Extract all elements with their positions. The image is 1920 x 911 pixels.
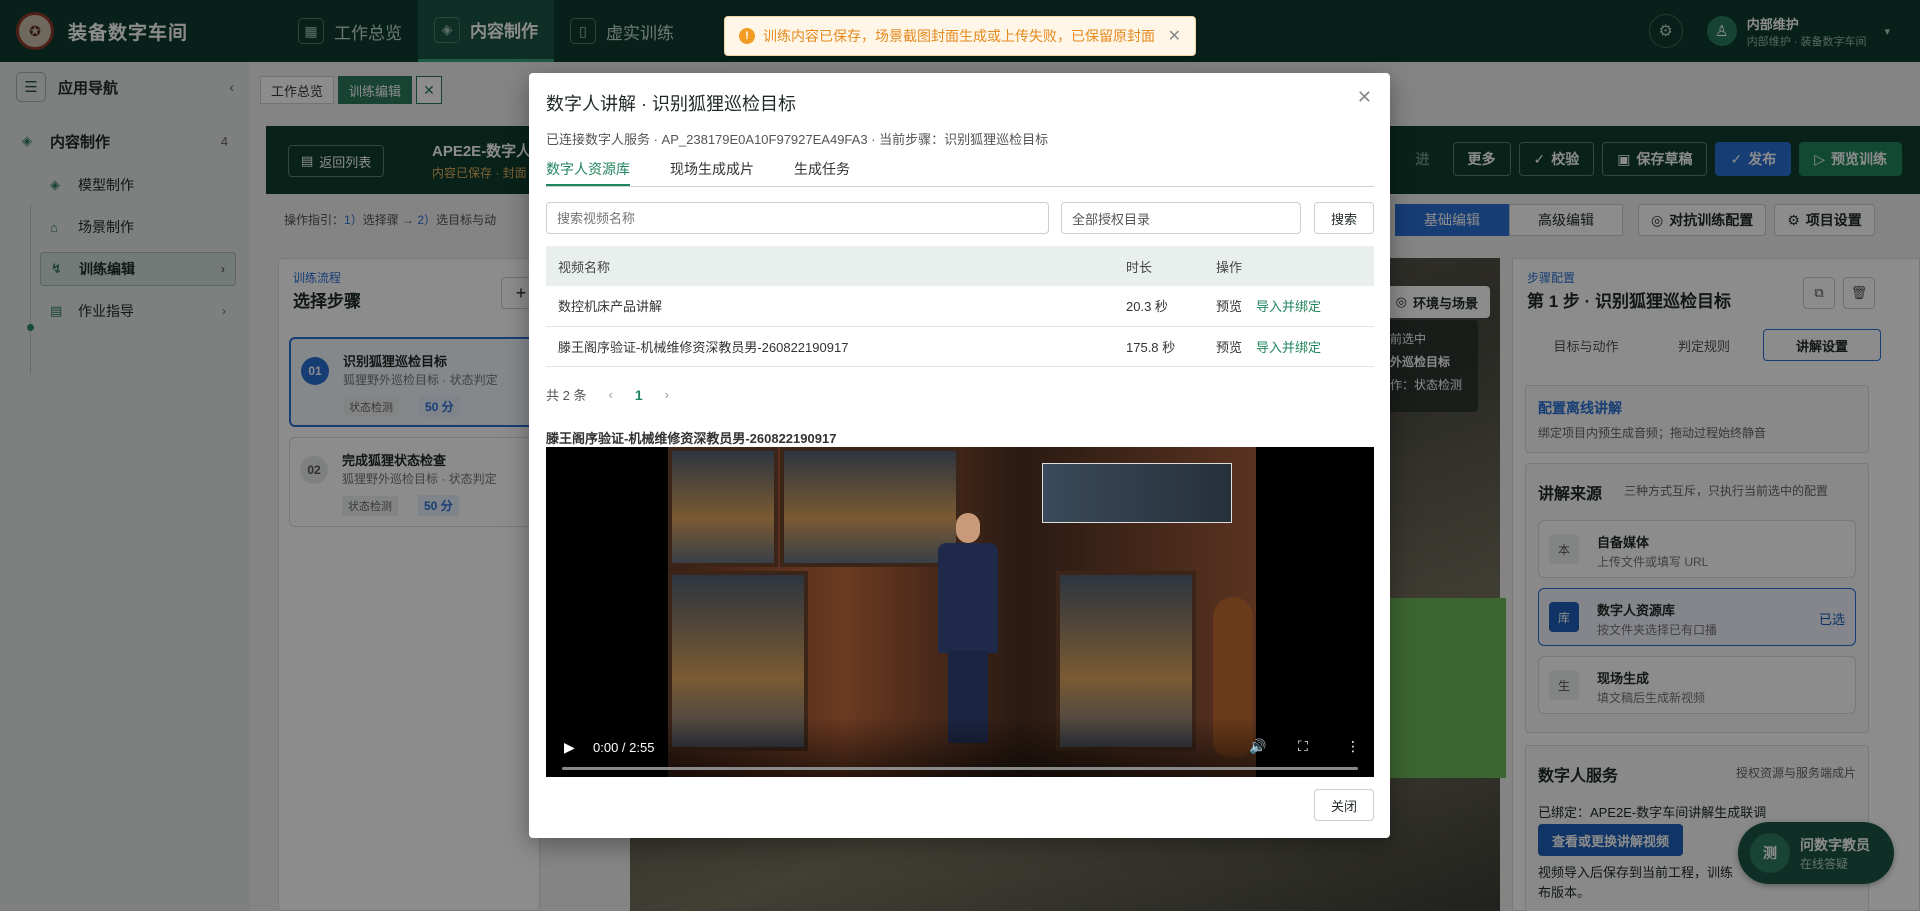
row-actions: 预览 导入并绑定 (1204, 326, 1374, 367)
progress-track[interactable] (562, 767, 1358, 770)
total-count: 共 2 条 (546, 388, 587, 403)
play-icon[interactable]: ▶ (564, 739, 575, 756)
video-player[interactable]: ▶ 0:00 / 2:55 🔊 ⛶ ⋮ (546, 447, 1374, 777)
video-title: 滕王阁序验证-机械维修资深教员男-260822190917 (546, 431, 837, 446)
video-controls: ▶ 0:00 / 2:55 🔊 ⛶ ⋮ (546, 717, 1374, 777)
presenter-body (938, 543, 998, 653)
close-icon[interactable]: ✕ (1168, 26, 1181, 46)
modal-title: 数字人讲解 · 识别狐狸巡检目标 (546, 94, 796, 114)
import-bind-link[interactable]: 导入并绑定 (1256, 340, 1321, 355)
preview-link[interactable]: 预览 (1216, 340, 1242, 355)
row-actions: 预览 导入并绑定 (1204, 286, 1374, 327)
col-name: 视频名称 (546, 246, 1114, 286)
table-header: 视频名称 时长 操作 (546, 246, 1374, 286)
video-name: 数控机床产品讲解 (546, 286, 1114, 327)
picture-in-picture (1042, 463, 1232, 523)
close-button[interactable]: 关闭 (1314, 789, 1374, 821)
video-duration: 175.8 秒 (1114, 326, 1204, 367)
fullscreen-icon[interactable]: ⛶ (1298, 738, 1308, 755)
table-row: 数控机床产品讲解 20.3 秒 预览 导入并绑定 (546, 286, 1374, 327)
window-pane (668, 447, 778, 567)
tab-resource-library[interactable]: 数字人资源库 (546, 159, 630, 186)
col-action: 操作 (1204, 246, 1374, 286)
search-button[interactable]: 搜索 (1314, 202, 1374, 234)
preview-link[interactable]: 预览 (1216, 299, 1242, 314)
directory-select[interactable]: 全部授权目录 (1061, 202, 1301, 234)
modal-tabs: 数字人资源库 现场生成成片 生成任务 (546, 159, 1374, 187)
more-vertical-icon[interactable]: ⋮ (1346, 738, 1360, 755)
close-icon[interactable]: ✕ (1357, 87, 1372, 108)
modal-info: 已连接数字人服务 · AP_238179E0A10F97927EA49FA3 ·… (546, 132, 1049, 147)
toast-text: 训练内容已保存，场景截图封面生成或上传失败，已保留原封面 (763, 28, 1155, 44)
chevron-right-icon[interactable]: › (665, 387, 669, 402)
tab-generate-onsite[interactable]: 现场生成成片 (670, 159, 754, 186)
search-input[interactable] (546, 202, 1049, 234)
video-time: 0:00 / 2:55 (593, 740, 655, 755)
video-table: 视频名称 时长 操作 数控机床产品讲解 20.3 秒 预览 导入并绑定 滕王阁序验… (546, 246, 1374, 367)
table-row: 滕王阁序验证-机械维修资深教员男-260822190917 175.8 秒 预览… (546, 326, 1374, 367)
warning-icon: ! (739, 28, 755, 44)
chevron-left-icon[interactable]: ‹ (608, 387, 612, 402)
volume-icon[interactable]: 🔊 (1249, 738, 1266, 755)
digital-human-modal: 数字人讲解 · 识别狐狸巡检目标 ✕ 已连接数字人服务 · AP_238179E… (529, 73, 1390, 838)
import-bind-link[interactable]: 导入并绑定 (1256, 299, 1321, 314)
current-page[interactable]: 1 (635, 387, 643, 403)
presenter (930, 513, 1006, 743)
pagination: 共 2 条 ‹ 1 › (546, 385, 669, 404)
col-duration: 时长 (1114, 246, 1204, 286)
video-duration: 20.3 秒 (1114, 286, 1204, 327)
presenter-head (956, 513, 980, 543)
tab-generation-tasks[interactable]: 生成任务 (794, 159, 850, 186)
warning-toast: ! 训练内容已保存，场景截图封面生成或上传失败，已保留原封面 ✕ (724, 16, 1196, 56)
video-name: 滕王阁序验证-机械维修资深教员男-260822190917 (546, 326, 1114, 367)
